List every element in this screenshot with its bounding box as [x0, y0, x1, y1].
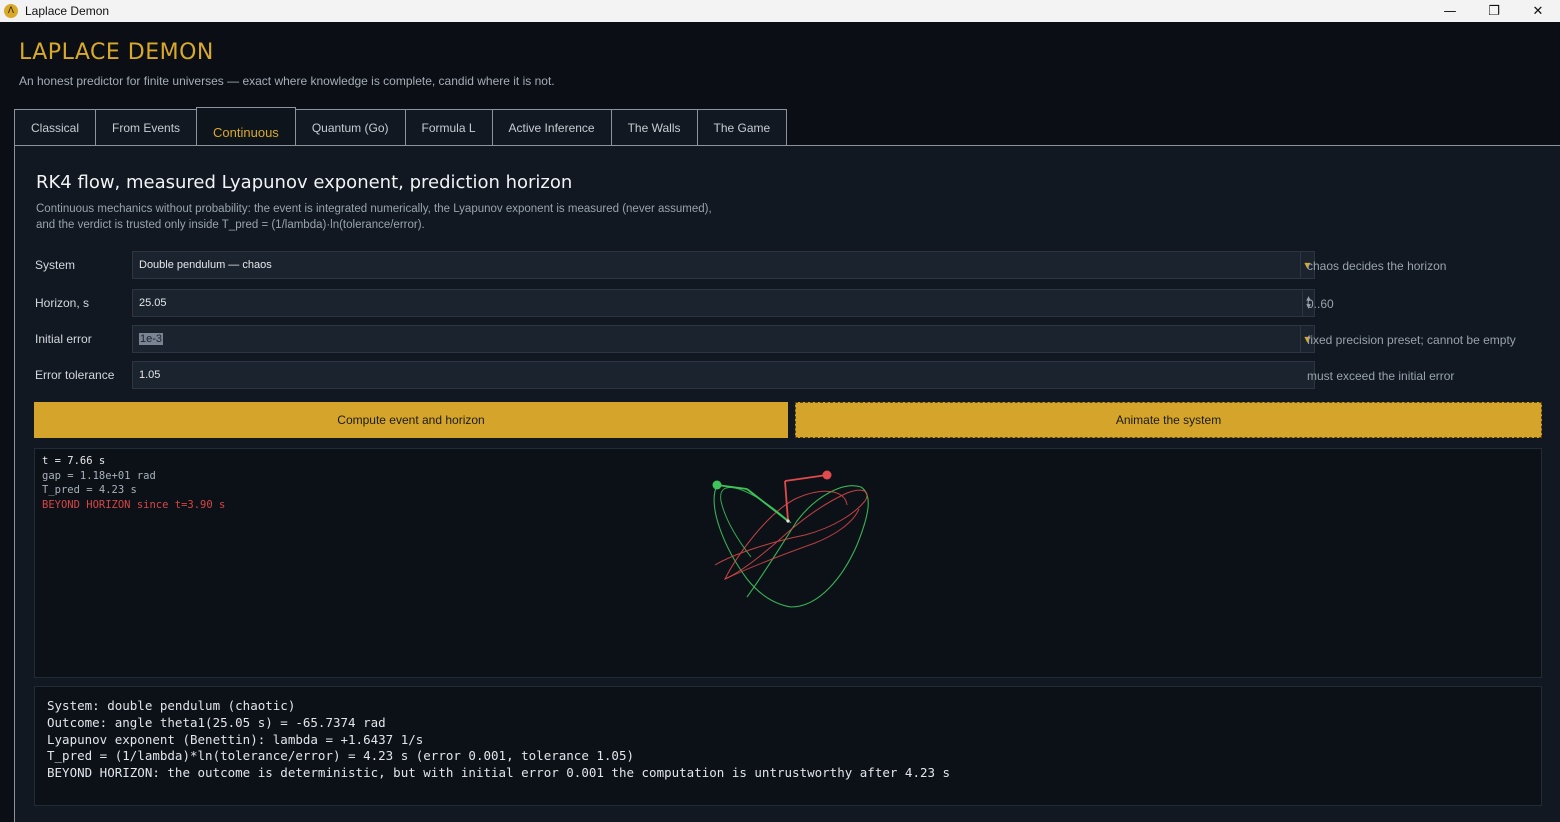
tab-bar: Classical From Events Continuous Quantum…	[14, 107, 788, 146]
horizon-label: Horizon, s	[35, 296, 90, 310]
app-title: LAPLACE DEMON	[19, 40, 214, 65]
tab-quantum-go[interactable]: Quantum (Go)	[294, 109, 406, 146]
red-arm-1	[784, 480, 789, 522]
tab-from-events[interactable]: From Events	[95, 109, 198, 146]
green-bob	[712, 480, 722, 490]
tolerance-input[interactable]: 1.05	[132, 361, 1315, 389]
system-hint: chaos decides the horizon	[1307, 259, 1447, 273]
tab-classical[interactable]: Classical	[14, 109, 97, 146]
compute-button[interactable]: Compute event and horizon	[34, 402, 788, 438]
animate-button[interactable]: Animate the system	[795, 402, 1542, 438]
initial-error-row: Initial error	[35, 325, 132, 353]
readout-gap: gap = 1.18e+01 rad	[42, 469, 156, 482]
results-output[interactable]: System: double pendulum (chaotic) Outcome…	[34, 686, 1542, 806]
app-header: LAPLACE DEMON An honest predictor for fi…	[19, 40, 555, 88]
section-title: RK4 flow, measured Lyapunov exponent, pr…	[36, 172, 573, 193]
tolerance-hint: must exceed the initial error	[1307, 369, 1455, 383]
continuous-panel: RK4 flow, measured Lyapunov exponent, pr…	[14, 146, 1560, 822]
output-line: System: double pendulum (chaotic)	[47, 698, 296, 713]
app-logo-icon: Λ	[4, 4, 18, 18]
tolerance-value: 1.05	[139, 369, 161, 381]
window-title: Laplace Demon	[25, 4, 110, 18]
readout-time: t = 7.66 s	[42, 455, 106, 467]
horizon-value: 25.05	[139, 297, 167, 309]
green-trail	[713, 484, 869, 608]
pendulum-visualization	[712, 470, 869, 608]
output-line: BEYOND HORIZON: the outcome is determini…	[47, 765, 951, 781]
system-row: System	[35, 251, 132, 279]
animation-canvas: t = 7.66 s gap = 1.18e+01 rad T_pred = 4…	[34, 448, 1542, 678]
green-arm-2	[716, 484, 748, 490]
horizon-hint: 0..60	[1307, 297, 1334, 311]
window-titlebar: Λ Laplace Demon — ❐ ✕	[0, 0, 1560, 22]
green-arm-1	[746, 488, 789, 522]
red-bob	[822, 470, 832, 480]
output-line: T_pred = (1/lambda)*ln(tolerance/error) …	[47, 748, 634, 764]
initial-error-label: Initial error	[35, 332, 92, 346]
readout-tpred: T_pred = 4.23 s	[42, 484, 137, 496]
initial-error-combobox[interactable]: 1e-3 ▼	[132, 325, 1315, 353]
initial-error-hint: fixed precision preset; cannot be empty	[1307, 333, 1516, 347]
simulation-readout: t = 7.66 s gap = 1.18e+01 rad T_pred = 4…	[42, 454, 225, 512]
tolerance-row: Error tolerance	[35, 361, 132, 389]
tab-the-game[interactable]: The Game	[696, 109, 788, 146]
system-label: System	[35, 258, 76, 272]
red-arm-2	[784, 474, 828, 482]
tab-continuous[interactable]: Continuous	[196, 107, 296, 146]
close-icon[interactable]: ✕	[1516, 0, 1560, 22]
horizon-row: Horizon, s	[35, 289, 132, 317]
minimize-icon[interactable]: —	[1428, 0, 1472, 22]
initial-error-value: 1e-3	[139, 333, 164, 345]
tab-the-walls[interactable]: The Walls	[610, 109, 698, 146]
system-select-value: Double pendulum — chaos	[139, 259, 272, 271]
tab-formula-l[interactable]: Formula L	[404, 109, 493, 146]
readout-beyond-horizon: BEYOND HORIZON since t=3.90 s	[42, 498, 226, 511]
system-select[interactable]: Double pendulum — chaos ▼	[132, 251, 1315, 279]
output-line: Lyapunov exponent (Benettin): lambda = +…	[47, 731, 424, 747]
output-line: Outcome: angle theta1(25.05 s) = -65.737…	[47, 714, 386, 730]
section-description: Continuous mechanics without probability…	[36, 203, 712, 231]
app-subtitle: An honest predictor for finite universes…	[19, 74, 555, 88]
tab-active-inference[interactable]: Active Inference	[491, 109, 612, 146]
tolerance-label: Error tolerance	[35, 368, 115, 382]
red-trail-tail	[724, 508, 860, 580]
pivot-point	[786, 519, 790, 523]
horizon-spinbox[interactable]: 25.05 ▲ ▼	[132, 289, 1315, 317]
restore-icon[interactable]: ❐	[1472, 0, 1516, 22]
